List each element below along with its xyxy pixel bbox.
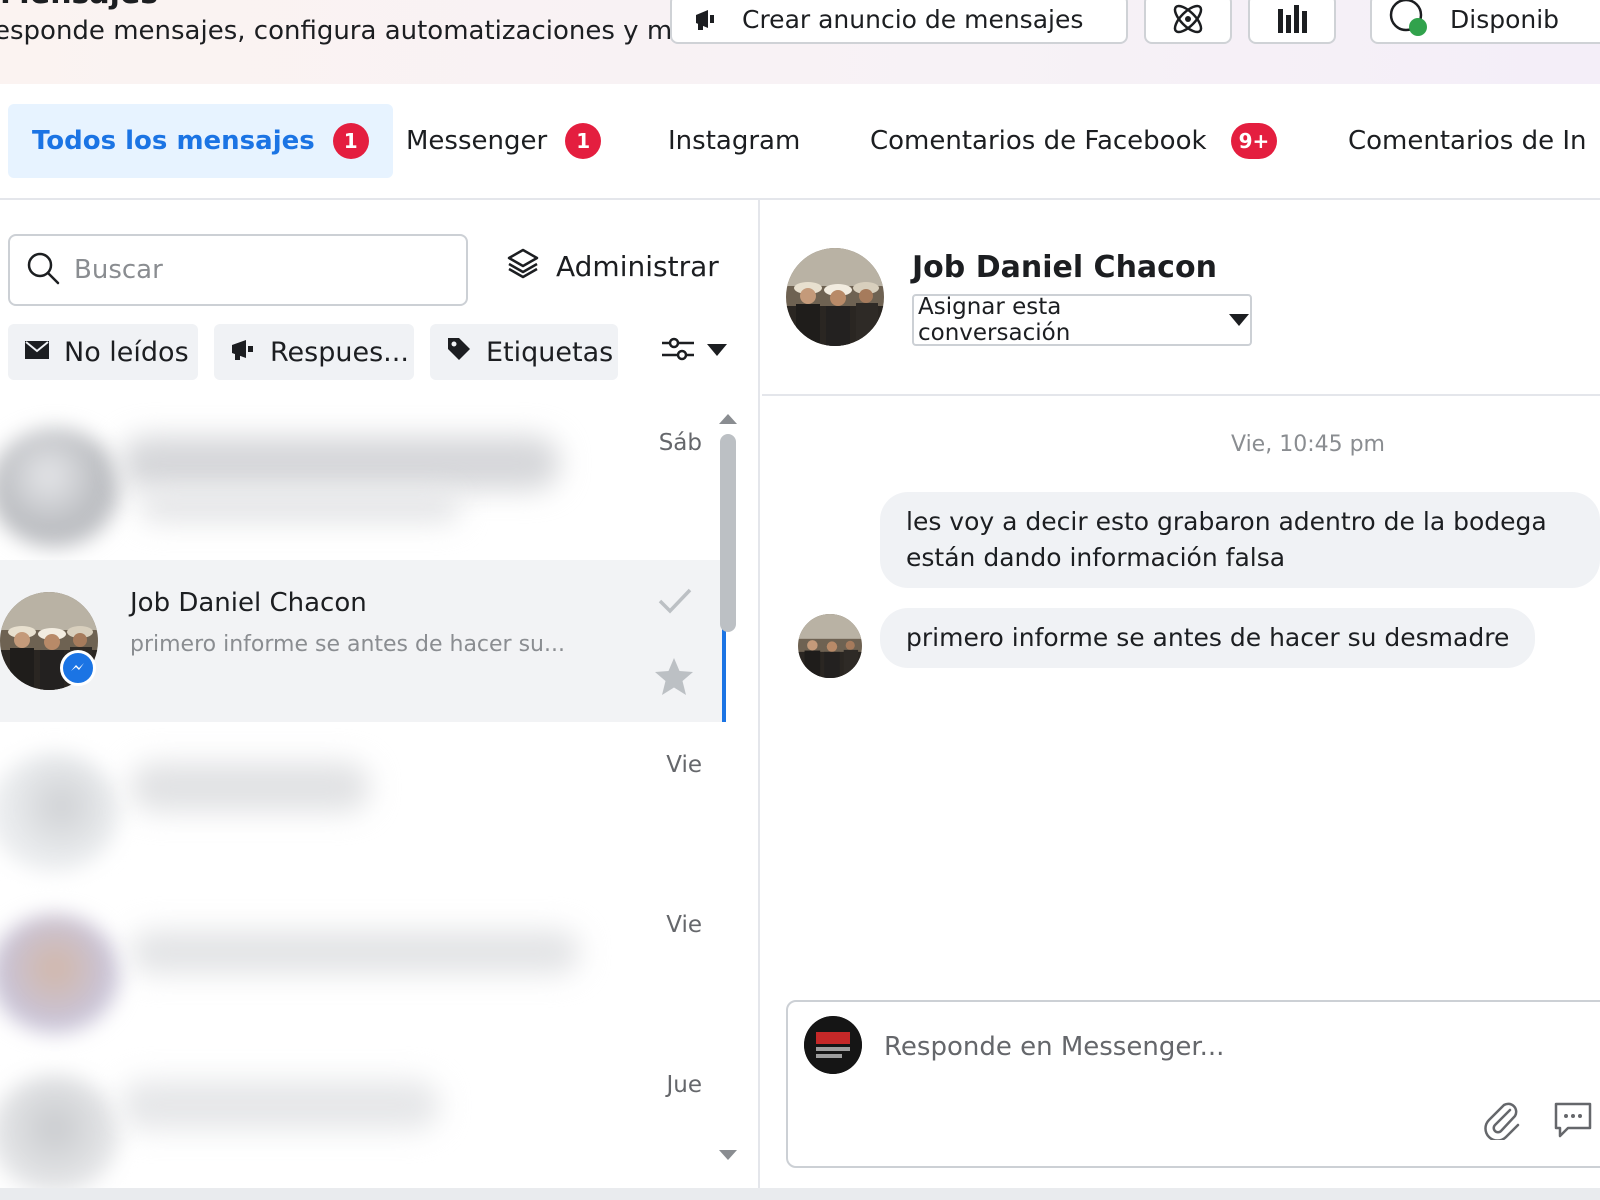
- search-box[interactable]: [8, 234, 468, 306]
- conversation-item[interactable]: Vie: [0, 730, 726, 892]
- assign-conversation-dropdown[interactable]: Asignar esta conversación: [912, 294, 1252, 346]
- conversation-list-panel: Administrar No leídos Respues... Etiquet…: [0, 200, 760, 1200]
- conversation-item-job-daniel-chacon[interactable]: Job Daniel Chacon primero informe se ant…: [0, 560, 726, 722]
- saved-replies-icon[interactable]: [1552, 1098, 1594, 1144]
- contact-avatar: [786, 248, 884, 346]
- create-message-ad-button[interactable]: Crear anuncio de mensajes: [670, 0, 1128, 44]
- megaphone-icon: [692, 5, 720, 33]
- filter-label: Etiquetas: [486, 336, 614, 368]
- assign-label: Asignar esta conversación: [918, 294, 1071, 346]
- tab-label: Comentarios de In: [1348, 126, 1587, 156]
- envelope-icon: [24, 337, 50, 368]
- scrollbar-thumb[interactable]: [720, 434, 736, 632]
- blurred-name: [120, 436, 560, 490]
- availability-status-icon: [1386, 0, 1430, 41]
- availability-label: Disponib: [1450, 4, 1560, 34]
- availability-button[interactable]: Disponib: [1370, 0, 1600, 44]
- blurred-name: [130, 930, 580, 974]
- unread-badge: 1: [332, 123, 369, 159]
- star-icon[interactable]: [652, 656, 696, 702]
- conversation-list-scrollbar[interactable]: [719, 410, 756, 1200]
- filter-unread[interactable]: No leídos: [8, 324, 198, 380]
- message-tabs: Todos los mensajes 1 Messenger 1 Instagr…: [0, 84, 1600, 200]
- layers-icon: [506, 246, 540, 287]
- manage-label: Administrar: [556, 250, 719, 283]
- reply-input[interactable]: [884, 1032, 1484, 1062]
- conversation-item[interactable]: Vie: [0, 890, 726, 1052]
- sliders-icon: [660, 334, 696, 368]
- chevron-down-icon: [706, 342, 728, 361]
- atom-icon: [1168, 0, 1208, 39]
- page-title: Mensajes: [0, 0, 158, 11]
- tab-label: Instagram: [668, 126, 801, 156]
- message-timestamp: Vie, 10:45 pm: [1231, 432, 1385, 457]
- tab-label: Comentarios de Facebook: [870, 126, 1207, 156]
- filter-tags[interactable]: Etiquetas: [430, 324, 618, 380]
- create-message-ad-label: Crear anuncio de mensajes: [742, 4, 1084, 34]
- tab-label: Todos los mensajes: [32, 126, 315, 156]
- filter-responses[interactable]: Respues...: [214, 324, 414, 380]
- chat-header: Job Daniel Chacon Asignar esta conversac…: [762, 200, 1600, 396]
- ai-tools-button[interactable]: [1144, 0, 1232, 44]
- avatar: [0, 914, 120, 1034]
- more-filters-button[interactable]: [660, 334, 728, 368]
- filter-label: No leídos: [64, 336, 189, 368]
- search-input[interactable]: [74, 255, 434, 285]
- avatar: [0, 1074, 120, 1194]
- contact-name: Job Daniel Chacon: [912, 250, 1217, 285]
- conversation-date: Vie: [666, 912, 702, 938]
- reply-composer[interactable]: [786, 1000, 1600, 1168]
- tab-instagram[interactable]: Instagram: [668, 104, 800, 178]
- search-icon: [26, 251, 60, 289]
- conversation-date: Sáb: [658, 430, 702, 456]
- page-subtitle: esponde mensajes, configura automatizaci…: [0, 16, 697, 46]
- avatar: [0, 428, 120, 548]
- scroll-up-arrow[interactable]: [718, 410, 738, 429]
- bottom-edge: [0, 1188, 1600, 1200]
- blurred-name: [120, 1080, 440, 1130]
- page-header: Mensajes esponde mensajes, configura aut…: [0, 0, 1600, 84]
- incoming-message: primero informe se antes de hacer su des…: [880, 608, 1536, 668]
- mark-done-icon[interactable]: [658, 588, 692, 618]
- conversation-date: Vie: [666, 752, 702, 778]
- tab-facebook-comments[interactable]: Comentarios de Facebook 9+: [870, 104, 1278, 178]
- bar-chart-icon: [1272, 0, 1312, 39]
- insights-button[interactable]: [1248, 0, 1336, 44]
- manage-button[interactable]: Administrar: [506, 246, 719, 287]
- conversation-date: Jue: [666, 1072, 702, 1098]
- scroll-down-arrow[interactable]: [718, 1146, 738, 1165]
- conversation-list: Sáb Job Daniel Chacon primero informe se…: [0, 408, 730, 1200]
- page-avatar: [804, 1016, 862, 1074]
- tab-instagram-comments[interactable]: Comentarios de In: [1348, 104, 1587, 178]
- tab-all-messages[interactable]: Todos los mensajes 1: [8, 104, 393, 178]
- megaphone-icon: [230, 337, 256, 368]
- attachment-icon[interactable]: [1480, 1098, 1522, 1144]
- blurred-name: [130, 762, 370, 812]
- blurred-preview: [140, 492, 460, 522]
- avatar: [0, 752, 120, 872]
- unread-badge: 1: [565, 123, 602, 159]
- filter-label: Respues...: [270, 336, 409, 368]
- tag-icon: [446, 336, 472, 369]
- tab-messenger[interactable]: Messenger 1: [406, 104, 602, 178]
- unread-badge: 9+: [1230, 123, 1278, 159]
- conversation-name: Job Daniel Chacon: [130, 588, 367, 618]
- chevron-down-icon: [1228, 307, 1250, 333]
- chat-panel: Job Daniel Chacon Asignar esta conversac…: [762, 200, 1600, 1200]
- conversation-item[interactable]: Jue: [0, 1050, 726, 1200]
- sender-avatar: [798, 614, 862, 678]
- tab-label: Messenger: [406, 126, 548, 156]
- incoming-message: les voy a decir esto grabaron adentro de…: [880, 492, 1600, 588]
- conversation-item[interactable]: Sáb: [0, 408, 726, 570]
- messenger-icon: [60, 650, 96, 686]
- conversation-preview: primero informe se antes de hacer su...: [130, 632, 565, 657]
